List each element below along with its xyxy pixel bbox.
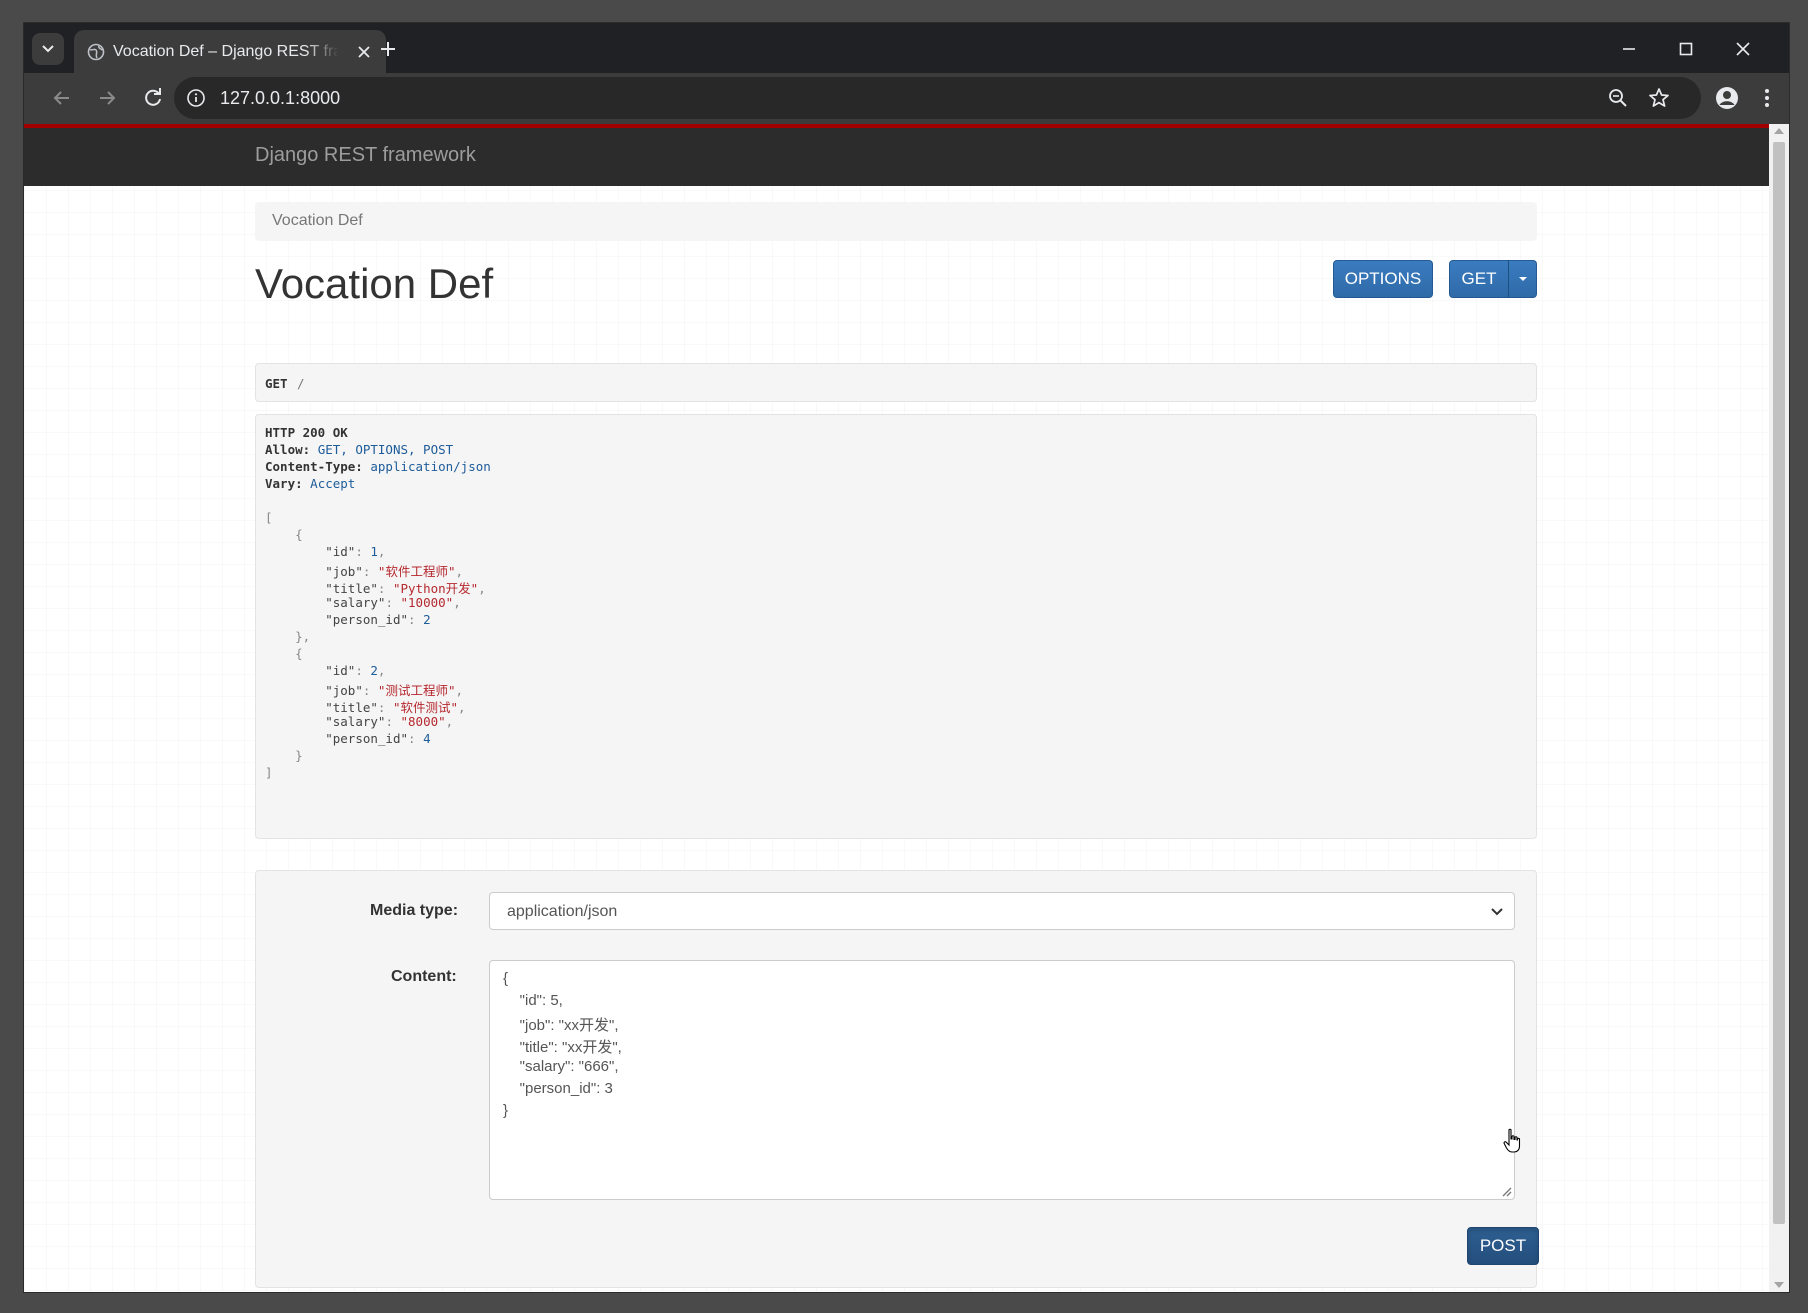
resize-handle-icon[interactable] (1500, 1185, 1512, 1197)
media-type-label: Media type: (370, 902, 459, 919)
header-vary: Vary: Accept (265, 476, 356, 491)
post-button[interactable]: POST (1467, 1227, 1539, 1265)
maximize-icon[interactable] (1674, 37, 1698, 61)
zoom-icon[interactable] (1607, 87, 1629, 109)
chevron-down-icon (42, 45, 54, 53)
scrollbar-thumb[interactable] (1773, 142, 1785, 1224)
page-content: Django REST framework Vocation Def Vocat… (24, 124, 1769, 1292)
raw-data-form: Media type: application/json Content: { … (255, 870, 1539, 1288)
breadcrumb: Vocation Def (255, 202, 1537, 241)
tab-search-button[interactable] (32, 33, 64, 65)
response-status: HTTP 200 OK (265, 425, 348, 440)
page-title: Vocation Def (255, 260, 494, 307)
response-info: HTTP 200 OK Allow: GET, OPTIONS, POST Co… (255, 414, 1537, 839)
content-label: Content: (391, 968, 457, 985)
site-info-icon[interactable] (186, 88, 206, 108)
minimize-icon[interactable] (1617, 37, 1641, 61)
content-textarea[interactable]: { "id": 5, "job": "xx开发", "title": "xx开发… (489, 960, 1515, 1200)
back-arrow-icon[interactable] (49, 85, 75, 111)
tab-strip: Vocation Def – Django REST framework (24, 23, 1789, 73)
get-button[interactable]: GET (1449, 260, 1509, 298)
browser-toolbar: 127.0.0.1:8000 (24, 73, 1789, 124)
chevron-down-icon (1491, 908, 1503, 916)
tab-active[interactable]: Vocation Def – Django REST framework (74, 30, 386, 73)
get-format-dropdown[interactable] (1508, 260, 1537, 298)
close-icon[interactable] (354, 42, 374, 62)
reload-icon[interactable] (140, 85, 166, 111)
media-type-select[interactable]: application/json (489, 892, 1515, 930)
url-text: 127.0.0.1:8000 (220, 88, 341, 108)
scroll-up-arrow-icon[interactable] (1774, 128, 1784, 134)
media-type-value: application/json (507, 903, 618, 920)
content-line: "person_id": 3 (503, 1080, 613, 1097)
bookmark-star-icon[interactable] (1647, 86, 1671, 110)
more-menu-icon[interactable] (1754, 85, 1780, 111)
json-row: "person_id": 4 (325, 731, 431, 746)
breadcrumb-item[interactable]: Vocation Def (272, 212, 363, 230)
top-navbar: Django REST framework (24, 124, 1769, 186)
header-content-type: Content-Type: application/json (265, 459, 491, 474)
tab-title: Vocation Def – Django REST framework (113, 43, 339, 60)
caret-down-icon (1518, 277, 1527, 281)
page-scrollbar[interactable] (1769, 124, 1789, 1292)
new-tab-plus-icon[interactable] (376, 37, 400, 61)
content-line: "id": 5, (503, 992, 563, 1009)
request-path: / (297, 376, 305, 391)
profile-icon[interactable] (1714, 85, 1740, 111)
json-row: "salary": "10000", (325, 595, 461, 610)
content-line: "job": "xx开发", (503, 1017, 619, 1034)
browser-window: Vocation Def – Django REST framework 127… (24, 23, 1789, 1292)
json-row: "person_id": 2 (325, 612, 431, 627)
content-line: "salary": "666", (503, 1058, 619, 1075)
hand-cursor-icon (1503, 1128, 1521, 1153)
content-line: { (503, 970, 509, 987)
content-line: "title": "xx开发", (503, 1039, 622, 1056)
scroll-down-arrow-icon[interactable] (1774, 1282, 1784, 1288)
request-method: GET (265, 376, 288, 391)
address-bar[interactable]: 127.0.0.1:8000 (174, 77, 1701, 119)
options-button[interactable]: OPTIONS (1333, 260, 1433, 298)
header-allow: Allow: GET, OPTIONS, POST (265, 442, 454, 457)
forward-arrow-icon[interactable] (94, 85, 120, 111)
window-close-icon[interactable] (1731, 37, 1755, 61)
globe-icon (87, 43, 105, 61)
content-line: } (503, 1102, 509, 1119)
json-row: "id": 1, (325, 544, 386, 559)
json-row: "id": 2, (325, 663, 386, 678)
json-row: "salary": "8000", (325, 714, 454, 729)
brand-link[interactable]: Django REST framework (255, 144, 476, 167)
request-info: GET / (255, 363, 1537, 402)
